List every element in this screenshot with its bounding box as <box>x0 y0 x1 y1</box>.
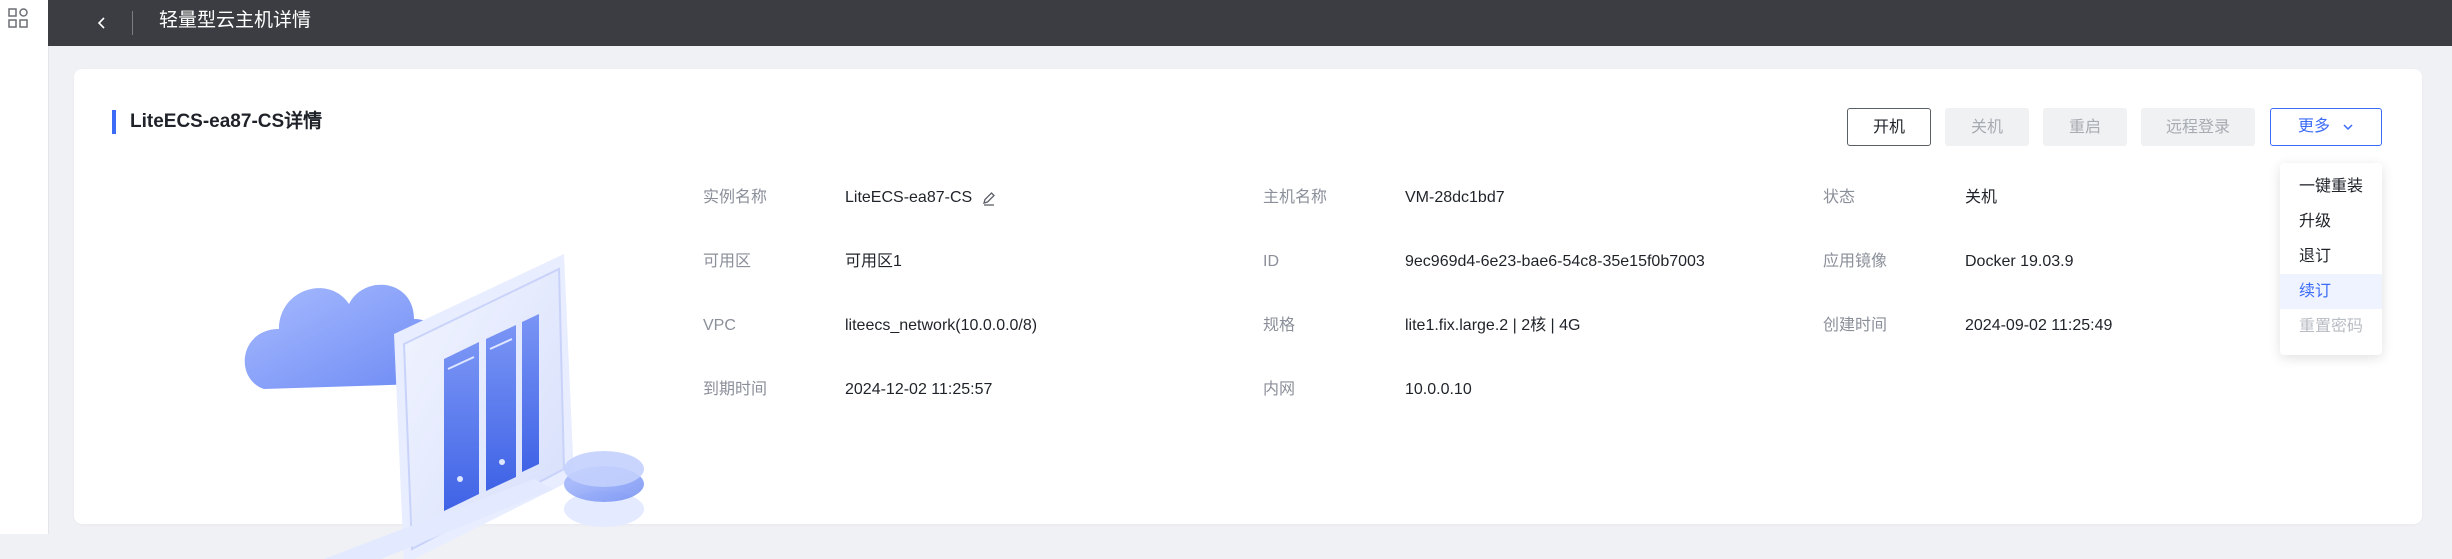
detail-card: LiteECS-ea87-CS详情 开机 关机 重启 远程登录 更多 一键重装 … <box>74 69 2422 559</box>
app-image-label: 应用镜像 <box>1823 253 1888 270</box>
id-value: 9ec969d4-6e23-bae6-54c8-35e15f0b7003 <box>1405 253 1705 270</box>
app-image-value: Docker 19.03.9 <box>1965 253 2074 270</box>
header-divider <box>132 11 133 35</box>
back-button[interactable] <box>86 7 118 39</box>
created-time-label: 创建时间 <box>1823 317 1888 334</box>
private-ip-value: 10.0.0.10 <box>1405 381 1472 398</box>
zone-label: 可用区 <box>703 253 752 270</box>
menu-item-unsubscribe[interactable]: 退订 <box>2280 239 2382 274</box>
vpc-value: liteecs_network(10.0.0.0/8) <box>845 317 1038 334</box>
instance-name-label: 实例名称 <box>703 189 768 206</box>
left-rail <box>0 0 49 534</box>
instance-name-value: LiteECS-ea87-CS <box>845 189 973 206</box>
edit-icon[interactable] <box>981 190 997 206</box>
remote-login-button: 远程登录 <box>2141 108 2255 146</box>
private-ip-label: 内网 <box>1263 381 1296 398</box>
power-off-button: 关机 <box>1945 108 2029 146</box>
chevron-left-icon <box>97 17 105 29</box>
page-title: 轻量型云主机详情 <box>159 10 312 31</box>
expire-time-label: 到期时间 <box>703 381 768 398</box>
more-button[interactable]: 更多 <box>2270 108 2382 146</box>
apps-icon[interactable] <box>7 7 29 29</box>
restart-button: 重启 <box>2043 108 2127 146</box>
menu-item-reinstall[interactable]: 一键重装 <box>2280 169 2382 204</box>
more-button-label: 更多 <box>2297 118 2330 135</box>
created-time-value: 2024-09-02 11:25:49 <box>1965 317 2113 334</box>
id-label: ID <box>1263 253 1279 270</box>
chevron-down-icon <box>2343 124 2353 131</box>
menu-item-renew[interactable]: 续订 <box>2280 274 2382 309</box>
menu-item-reset-password: 重置密码 <box>2299 318 2364 335</box>
more-dropdown-menu: 一键重装 升级 退订 续订 重置密码 <box>2280 163 2382 355</box>
card-title: LiteECS-ea87-CS详情 <box>112 110 322 134</box>
host-name-label: 主机名称 <box>1263 189 1328 206</box>
server-illustration <box>244 254 644 559</box>
host-name-value: VM-28dc1bd7 <box>1405 189 1505 206</box>
status-label: 状态 <box>1823 189 1856 206</box>
vpc-label: VPC <box>703 317 736 334</box>
spec-value: lite1.fix.large.2 | 2核 | 4G <box>1405 317 1581 334</box>
menu-item-upgrade[interactable]: 升级 <box>2280 204 2382 239</box>
status-value: 关机 <box>1965 189 1998 206</box>
page-header: 轻量型云主机详情 <box>48 0 2452 46</box>
zone-value: 可用区1 <box>845 253 902 270</box>
spec-label: 规格 <box>1263 317 1296 334</box>
expire-time-value: 2024-12-02 11:25:57 <box>845 381 993 398</box>
power-on-button[interactable]: 开机 <box>1847 108 1931 146</box>
